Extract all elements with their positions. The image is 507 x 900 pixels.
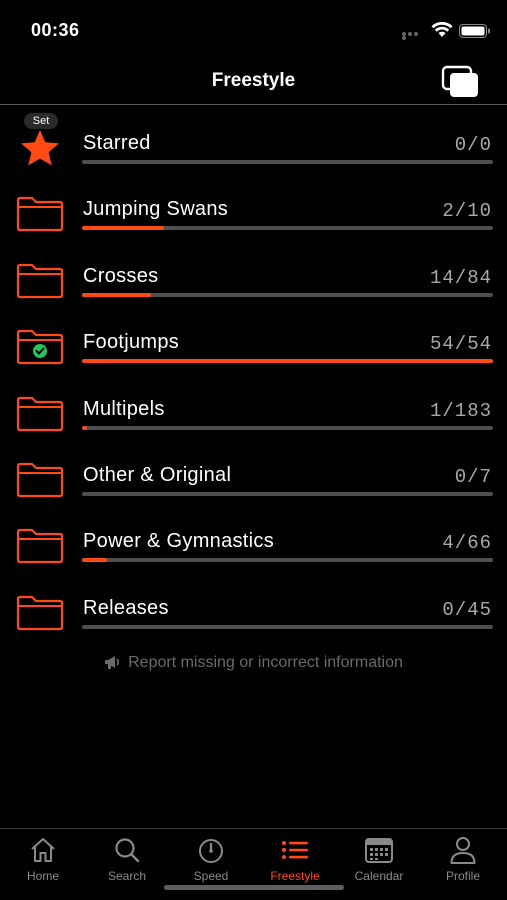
category-row[interactable]: Starred 0/0: [0, 110, 507, 176]
category-row[interactable]: Crosses 14/84: [0, 243, 507, 309]
report-label: Report missing or incorrect information: [128, 654, 403, 671]
tab-speed[interactable]: Speed: [169, 829, 253, 889]
progress-bar: [82, 558, 493, 563]
progress-fill: [82, 292, 151, 297]
calendar-icon: [365, 838, 393, 863]
progress-bar: [82, 226, 493, 231]
category-label: Starred: [83, 132, 151, 154]
category-row[interactable]: Power & Gymnastics 4/66: [0, 508, 507, 574]
category-count: 4/66: [442, 532, 492, 555]
progress-bar: [82, 492, 493, 496]
speedometer-icon: [199, 839, 223, 863]
progress-bar: [82, 425, 493, 430]
wifi-icon: [431, 22, 453, 37]
folder-icon: [16, 462, 64, 498]
tab-search[interactable]: Search: [85, 829, 169, 889]
category-row[interactable]: Other & Original 0/7: [0, 442, 507, 508]
progress-fill: [82, 226, 165, 231]
category-label: Jumping Swans: [83, 198, 229, 221]
folder-icon: [16, 595, 64, 631]
category-count: 54/54: [429, 333, 492, 356]
category-row[interactable]: Multipels 1/183: [0, 376, 507, 442]
progress-bar: [82, 160, 493, 164]
home-indicator: [164, 885, 344, 890]
report-link[interactable]: Report missing or incorrect information: [0, 654, 507, 672]
progress-bar: [82, 292, 493, 297]
category-label: Other & Original: [83, 464, 232, 486]
star-icon: [16, 130, 64, 166]
category-count: 1/183: [429, 399, 492, 422]
category-count: 0/7: [454, 466, 492, 488]
person-icon: [450, 837, 476, 864]
tab-label: Speed: [193, 869, 229, 883]
set-badge: Set: [24, 113, 58, 129]
progress-fill: [82, 558, 107, 563]
category-label: Power & Gymnastics: [83, 530, 275, 553]
status-bar: 00:36: [0, 0, 507, 60]
progress-fill: [82, 425, 87, 430]
category-count: 0/0: [454, 134, 492, 156]
category-label: Crosses: [83, 264, 159, 287]
category-label: Multipels: [83, 397, 165, 420]
tab-label: Home: [26, 869, 59, 883]
progress-fill: [82, 359, 493, 364]
search-icon: [115, 838, 140, 863]
home-icon: [31, 838, 55, 862]
tab-label: Calendar: [354, 869, 404, 883]
copy-icon[interactable]: [441, 65, 481, 99]
tab-profile[interactable]: Profile: [421, 829, 505, 889]
battery-icon: [459, 24, 490, 38]
progress-bar: [82, 359, 493, 364]
category-label: Releases: [83, 596, 169, 619]
category-count: 2/10: [442, 200, 492, 223]
category-count: 14/84: [429, 266, 492, 289]
status-time: 00:36: [31, 20, 80, 40]
folder-icon: [16, 396, 64, 432]
folder-check-icon: [16, 329, 64, 365]
category-count: 0/45: [442, 598, 492, 621]
tab-calendar[interactable]: Calendar: [337, 829, 421, 889]
tab-home[interactable]: Home: [1, 829, 85, 889]
signal-icon: [402, 32, 424, 40]
page-title: Freestyle: [211, 70, 296, 91]
folder-icon: [16, 528, 64, 564]
folder-icon: [16, 196, 64, 232]
megaphone-icon: [105, 656, 120, 669]
category-row[interactable]: Jumping Swans 2/10: [0, 176, 507, 242]
tab-label: Search: [107, 869, 147, 883]
tab-label: Profile: [445, 869, 480, 883]
navigation-bar: Freestyle: [0, 60, 507, 105]
progress-bar: [82, 624, 493, 629]
tab-label: Freestyle: [270, 869, 320, 883]
category-row[interactable]: Releases 0/45: [0, 575, 507, 641]
category-label: Footjumps: [83, 331, 180, 354]
category-row[interactable]: Footjumps 54/54: [0, 309, 507, 375]
list-icon: [282, 841, 308, 859]
folder-icon: [16, 263, 64, 299]
tab-freestyle[interactable]: Freestyle: [253, 829, 337, 889]
